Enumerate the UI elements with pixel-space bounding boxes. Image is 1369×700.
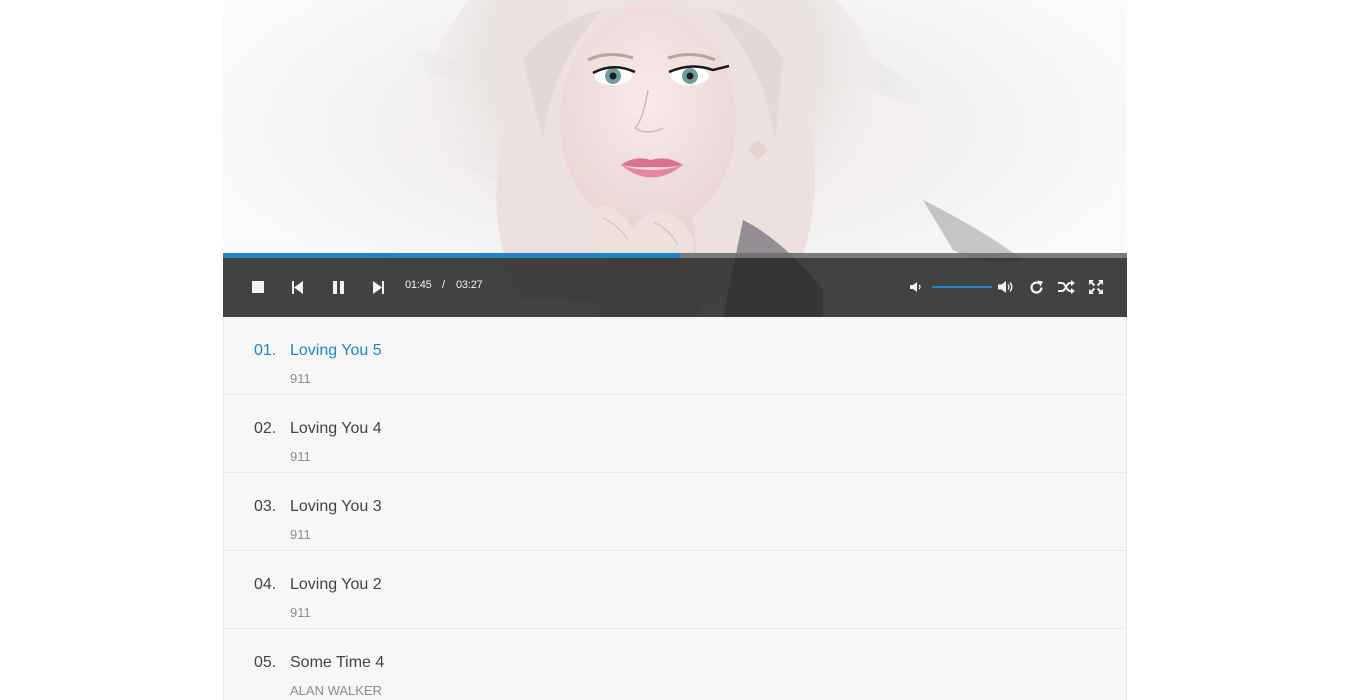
track-artist: 911: [290, 605, 311, 620]
previous-button[interactable]: [285, 274, 311, 300]
repeat-icon: [1029, 280, 1043, 294]
mute-button[interactable]: [903, 274, 929, 300]
repeat-button[interactable]: [1023, 274, 1049, 300]
duration: 03:27: [456, 279, 483, 291]
volume-slider-level: [932, 286, 992, 288]
track-title: Some Time 4: [290, 654, 385, 671]
pause-button[interactable]: [326, 274, 352, 300]
track-number: 03.: [254, 498, 277, 515]
stop-button[interactable]: [245, 274, 271, 300]
playlist-item[interactable]: 04. Loving You 2 911: [224, 551, 1126, 629]
playlist-item[interactable]: 03. Loving You 3 911: [224, 473, 1126, 551]
time-separator: /: [442, 279, 445, 291]
track-artist: ALAN WALKER: [290, 683, 382, 698]
track-number: 04.: [254, 576, 277, 593]
track-title: Loving You 2: [290, 576, 382, 593]
shuffle-icon: [1057, 280, 1075, 294]
track-artist: 911: [290, 527, 311, 542]
playlist: 01. Loving You 5 911 02. Loving You 4 91…: [223, 317, 1127, 700]
next-button[interactable]: [365, 274, 391, 300]
current-time: 01:45: [405, 279, 432, 291]
volume-low-icon: [910, 282, 921, 292]
playlist-item[interactable]: 01. Loving You 5 911: [224, 317, 1126, 395]
track-title: Loving You 5: [290, 342, 382, 359]
volume-slider[interactable]: [932, 286, 992, 288]
audio-player: 01:45 / 03:27 01. Loving You 5 911 02. L…: [223, 0, 1127, 700]
control-bar: 01:45 / 03:27: [223, 258, 1127, 317]
track-artist: 911: [290, 371, 311, 386]
track-title: Loving You 3: [290, 498, 382, 515]
track-number: 02.: [254, 420, 277, 437]
fullscreen-icon: [1089, 280, 1103, 294]
max-volume-button[interactable]: [993, 274, 1019, 300]
volume-high-icon: [998, 281, 1013, 293]
track-artist: 911: [290, 449, 311, 464]
track-title: Loving You 4: [290, 420, 382, 437]
next-icon: [373, 280, 384, 294]
stop-icon: [252, 281, 264, 293]
playlist-item[interactable]: 02. Loving You 4 911: [224, 395, 1126, 473]
fullscreen-button[interactable]: [1083, 274, 1109, 300]
track-number: 05.: [254, 654, 277, 671]
pause-icon: [333, 280, 344, 294]
track-number: 01.: [254, 342, 277, 359]
playlist-item[interactable]: 05. Some Time 4 ALAN WALKER: [224, 629, 1126, 700]
shuffle-button[interactable]: [1053, 274, 1079, 300]
previous-icon: [292, 280, 303, 294]
